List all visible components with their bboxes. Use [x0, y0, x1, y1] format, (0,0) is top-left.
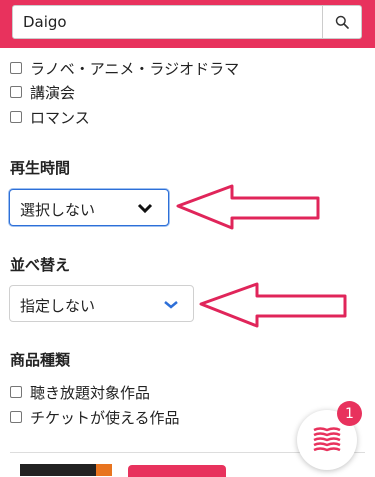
sort-select[interactable]: 指定しない — [9, 285, 194, 322]
search-button[interactable] — [322, 6, 361, 38]
search-input[interactable] — [13, 6, 324, 38]
checkbox-row-ticket[interactable]: チケットが使える作品 — [10, 406, 180, 428]
checkbox[interactable] — [10, 62, 22, 74]
checkbox-row-unlimited[interactable]: 聴き放題対象作品 — [10, 381, 150, 403]
checkbox[interactable] — [10, 386, 22, 398]
playtime-title: 再生時間 — [10, 159, 71, 177]
product-type-title: 商品種類 — [10, 351, 71, 369]
checkbox-label: 講演会 — [30, 83, 76, 102]
annotation-arrow-sort — [199, 282, 347, 328]
search-icon — [335, 15, 349, 29]
sort-title: 並べ替え — [10, 256, 71, 274]
product-thumbnail-accent — [96, 464, 112, 476]
checkbox-row-light-novel[interactable]: ラノベ・アニメ・ラジオドラマ — [10, 57, 239, 79]
top-bar — [0, 0, 375, 48]
checkbox-label: ラノベ・アニメ・ラジオドラマ — [30, 59, 240, 78]
checkbox[interactable] — [10, 111, 22, 123]
checkbox-row-romance[interactable]: ロマンス — [10, 106, 90, 128]
chevron-down-icon — [137, 203, 153, 214]
chevron-down-icon — [164, 301, 178, 309]
checkbox[interactable] — [10, 411, 22, 423]
checkbox-row-lecture[interactable]: 講演会 — [10, 81, 75, 103]
checkbox-label: チケットが使える作品 — [30, 408, 180, 427]
checkbox-label: ロマンス — [30, 108, 90, 127]
search-box — [12, 5, 362, 39]
sort-select-value: 指定しない — [20, 297, 96, 315]
books-icon — [313, 427, 341, 452]
checkbox-label: 聴き放題対象作品 — [30, 383, 151, 402]
playtime-select-value: 選択しない — [20, 201, 96, 219]
annotation-arrow-playtime — [176, 184, 320, 230]
product-thumbnail[interactable] — [20, 464, 100, 476]
playtime-select[interactable]: 選択しない — [9, 189, 169, 226]
checkbox[interactable] — [10, 86, 22, 98]
product-tag — [128, 465, 226, 477]
notification-badge: 1 — [337, 401, 362, 426]
